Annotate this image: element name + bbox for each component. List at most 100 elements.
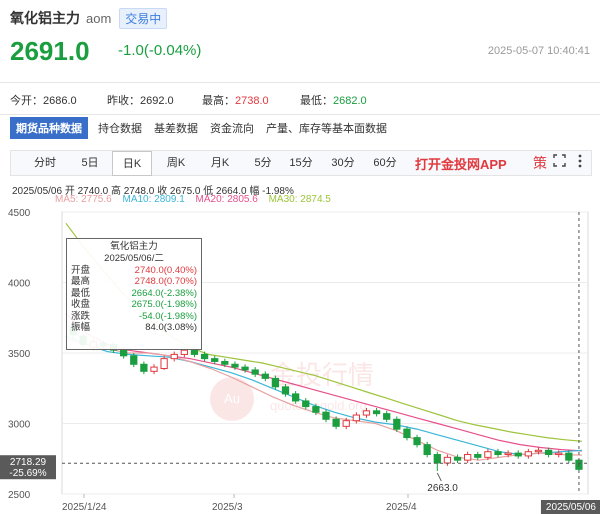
tab-period-intraday[interactable]: 分时 [23,151,67,175]
more-icon[interactable] [577,154,583,171]
candle-body [180,349,188,355]
tab-period-weekly[interactable]: 周K [156,151,196,175]
tooltip-row-value: 2675.0(-1.98%) [131,299,197,311]
tab-period-15min[interactable]: 15分 [283,151,319,175]
candle-body [352,414,360,422]
tooltip-row-value: 84.0(3.08%) [145,322,197,334]
y-tick-label: 4500 [8,208,31,219]
tooltip-title: 氧化铝主力 [110,241,158,252]
stat-low: 最低：2682.0 [300,95,367,107]
tab-period-monthly[interactable]: 月K [200,151,240,175]
quote-timestamp: 2025-05-07 10:40:41 [487,45,590,57]
ma10-line [65,335,583,456]
tooltip-row-label: 最高 [71,276,91,288]
candle-body [130,355,138,365]
candle-body [200,353,209,360]
candle-body [423,444,431,456]
kline-tooltip: 氧化铝主力 2025/05/06/二 开盘 2740.0(0.40%) 最高 2748… [66,238,202,350]
candle-body [403,428,411,439]
tooltip-row-label: 振幅 [71,322,91,334]
divider [0,114,600,115]
watermark-logo-text: Au [224,391,240,406]
tab-period-30min[interactable]: 30分 [325,151,361,175]
title-row: 氧化铝主力 aom 交易中 [10,7,168,29]
candle-body [170,353,178,360]
tooltip-row-value: 2664.0(-2.38%) [131,287,197,299]
candle-body [322,411,330,420]
candle-body [494,451,502,456]
candle-body [332,418,340,427]
instrument-code: aom [86,10,112,26]
stat-open: 今开：2686.0 [10,95,77,107]
cursor-pct-label: -25.69% [9,468,46,479]
tab-period-daily[interactable]: 日K [112,151,152,176]
subtab-position-data[interactable]: 持仓数据 [98,120,142,136]
tooltip-row: 振幅 84.0(3.08%) [71,322,197,333]
candle-body [555,452,563,456]
last-price: 2691.0 [10,36,90,66]
candle-body [433,454,441,464]
candle-body [393,418,401,430]
low-marker [436,472,442,482]
candle-body [120,349,128,357]
candle-body [251,369,259,375]
trading-status-badge: 交易中 [119,7,168,29]
candle-body [544,449,553,456]
subtab-product-data[interactable]: 期货品种数据 [10,117,88,139]
candle-body [524,451,532,457]
subtab-fundamentals[interactable]: 产量、库存等基本面数据 [266,120,387,136]
tooltip-row: 最高 2748.0(0.70%) [71,276,197,287]
tooltip-row: 收盘 2675.0(-1.98%) [71,299,197,310]
tooltip-row: 开盘 2740.0(0.40%) [71,265,197,276]
candle-body [474,454,482,458]
cursor-price-label: 2718.29 [10,457,47,468]
candle-body [312,406,320,413]
candle-body [261,373,269,379]
tooltip-row-label: 开盘 [71,265,91,276]
tooltip-date: 2025/05/06/二 [104,253,164,264]
candle-body [413,437,421,446]
candle-body [565,452,573,461]
tooltip-row-label: 最低 [71,287,91,299]
y-tick-label: 3500 [8,349,31,360]
candle-body [514,452,522,457]
candle-body [302,400,310,408]
x-tick-label: 2025/4 [386,502,417,513]
tooltip-row-value: 2740.0(0.40%) [134,265,197,276]
candle-body [362,410,371,416]
cursor-date-label: 2025/05/06 [546,502,596,513]
candle-body [281,386,290,395]
candle-body [140,363,148,372]
x-tick-label: 2025/1/24 [62,502,107,513]
y-tick-label: 2500 [8,490,31,501]
candle-body [292,393,300,402]
period-toolbar: 分时 5日 日K 周K 月K 5分 15分 30分 60分 打开金投网APP 策 [10,150,592,176]
candle-body [342,420,350,427]
candle-body [160,358,168,370]
candle-body [484,451,492,458]
tooltip-row-value: -54.0(-1.98%) [138,310,197,322]
tab-period-5day[interactable]: 5日 [71,151,109,175]
candle-body [231,363,239,368]
tooltip-row: 涨跌 -54.0(-1.98%) [71,311,197,322]
tooltip-row-label: 涨跌 [71,310,91,322]
subtab-fund-flow[interactable]: 资金流向 [210,120,254,136]
fullscreen-icon[interactable] [553,154,566,170]
open-app-link[interactable]: 打开金投网APP [415,154,507,173]
stat-prev-close: 昨收：2692.0 [107,95,174,107]
candle-body [211,358,219,362]
candle-body [443,456,452,464]
tab-period-60min[interactable]: 60分 [367,151,403,175]
strategy-button[interactable]: 策 [533,153,547,173]
y-tick-label: 3000 [8,420,31,431]
candle-body [271,377,280,388]
data-subtabs: 期货品种数据 持仓数据 基差数据 资金流向 产量、库存等基本面数据 [10,117,399,139]
low-annotation: 2663.0 [427,483,458,494]
subtab-basis-data[interactable]: 基差数据 [154,120,198,136]
x-tick-label: 2025/3 [212,502,243,513]
candle-body [383,413,391,420]
price-change: -1.0(-0.04%) [118,42,202,59]
candle-body [372,410,381,415]
tooltip-row-value: 2748.0(0.70%) [134,276,197,288]
tab-period-5min[interactable]: 5分 [245,151,281,175]
